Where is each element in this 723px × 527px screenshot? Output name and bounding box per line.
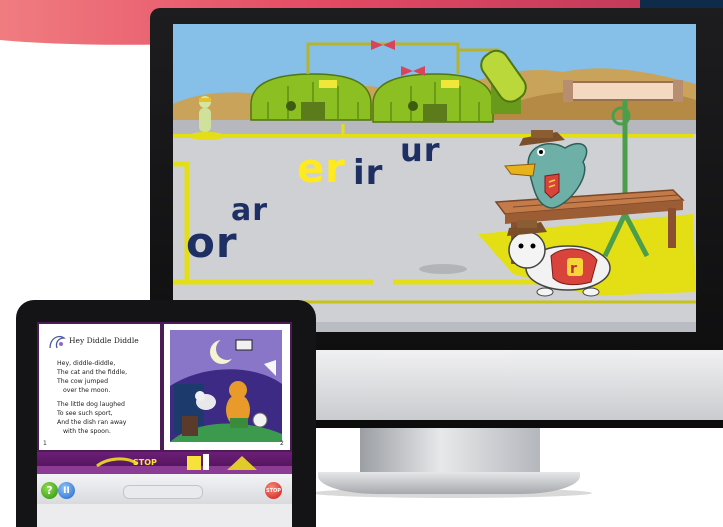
monitor-stand-foot [318, 472, 580, 494]
decorative-band-art [37, 454, 292, 474]
phonogram-ir[interactable]: ir [353, 156, 383, 190]
phonogram-or[interactable]: or [186, 222, 238, 264]
monitor-stand-neck [360, 420, 540, 480]
book-banner-label[interactable]: STOP [133, 458, 157, 467]
poem-line: over the moon. [63, 387, 111, 394]
phonogram-ar[interactable]: ar [231, 196, 268, 226]
poem-line: The cat and the fiddle, [57, 369, 128, 376]
phonogram-er[interactable]: er [297, 149, 346, 189]
tablet-screen: Hey Diddle Diddle Hey, diddle-diddle, Th… [37, 322, 292, 527]
hut-right [372, 73, 494, 123]
progress-bar[interactable] [123, 485, 203, 499]
poem-line: And the dish ran away [57, 419, 127, 426]
playback-controls: ? II STOP [37, 474, 292, 504]
poem-line: Hey, diddle-diddle, [57, 360, 116, 367]
poem-title: Hey Diddle Diddle [69, 336, 139, 345]
stop-button[interactable]: STOP [265, 482, 282, 499]
poem-line: To see such sport, [57, 410, 113, 417]
book-page-right: 2 [164, 324, 290, 450]
poem-line: The cow jumped [57, 378, 109, 385]
nursery-rhyme-illustration [170, 330, 282, 442]
tablet-bottom-area [37, 504, 292, 527]
poem-line: with the spoon. [63, 428, 111, 435]
book-menu-band: STOP [37, 452, 292, 474]
bulldog-badge-letter: r [570, 261, 577, 277]
poem-line: The little dog laughed [57, 401, 125, 408]
page-number-right: 2 [280, 440, 284, 447]
book-page-left: Hey Diddle Diddle Hey, diddle-diddle, Th… [39, 324, 160, 450]
pause-button[interactable]: II [58, 482, 75, 499]
game-screen[interactable]: r or ar er ir ur [173, 24, 696, 332]
small-figure [199, 96, 211, 132]
flourish-icon [49, 335, 66, 349]
help-button[interactable]: ? [41, 482, 58, 499]
page-number-left: 1 [43, 440, 47, 447]
hut-left [250, 73, 372, 121]
phonogram-ur[interactable]: ur [400, 134, 441, 166]
phonics-game-scene: r [173, 24, 696, 332]
